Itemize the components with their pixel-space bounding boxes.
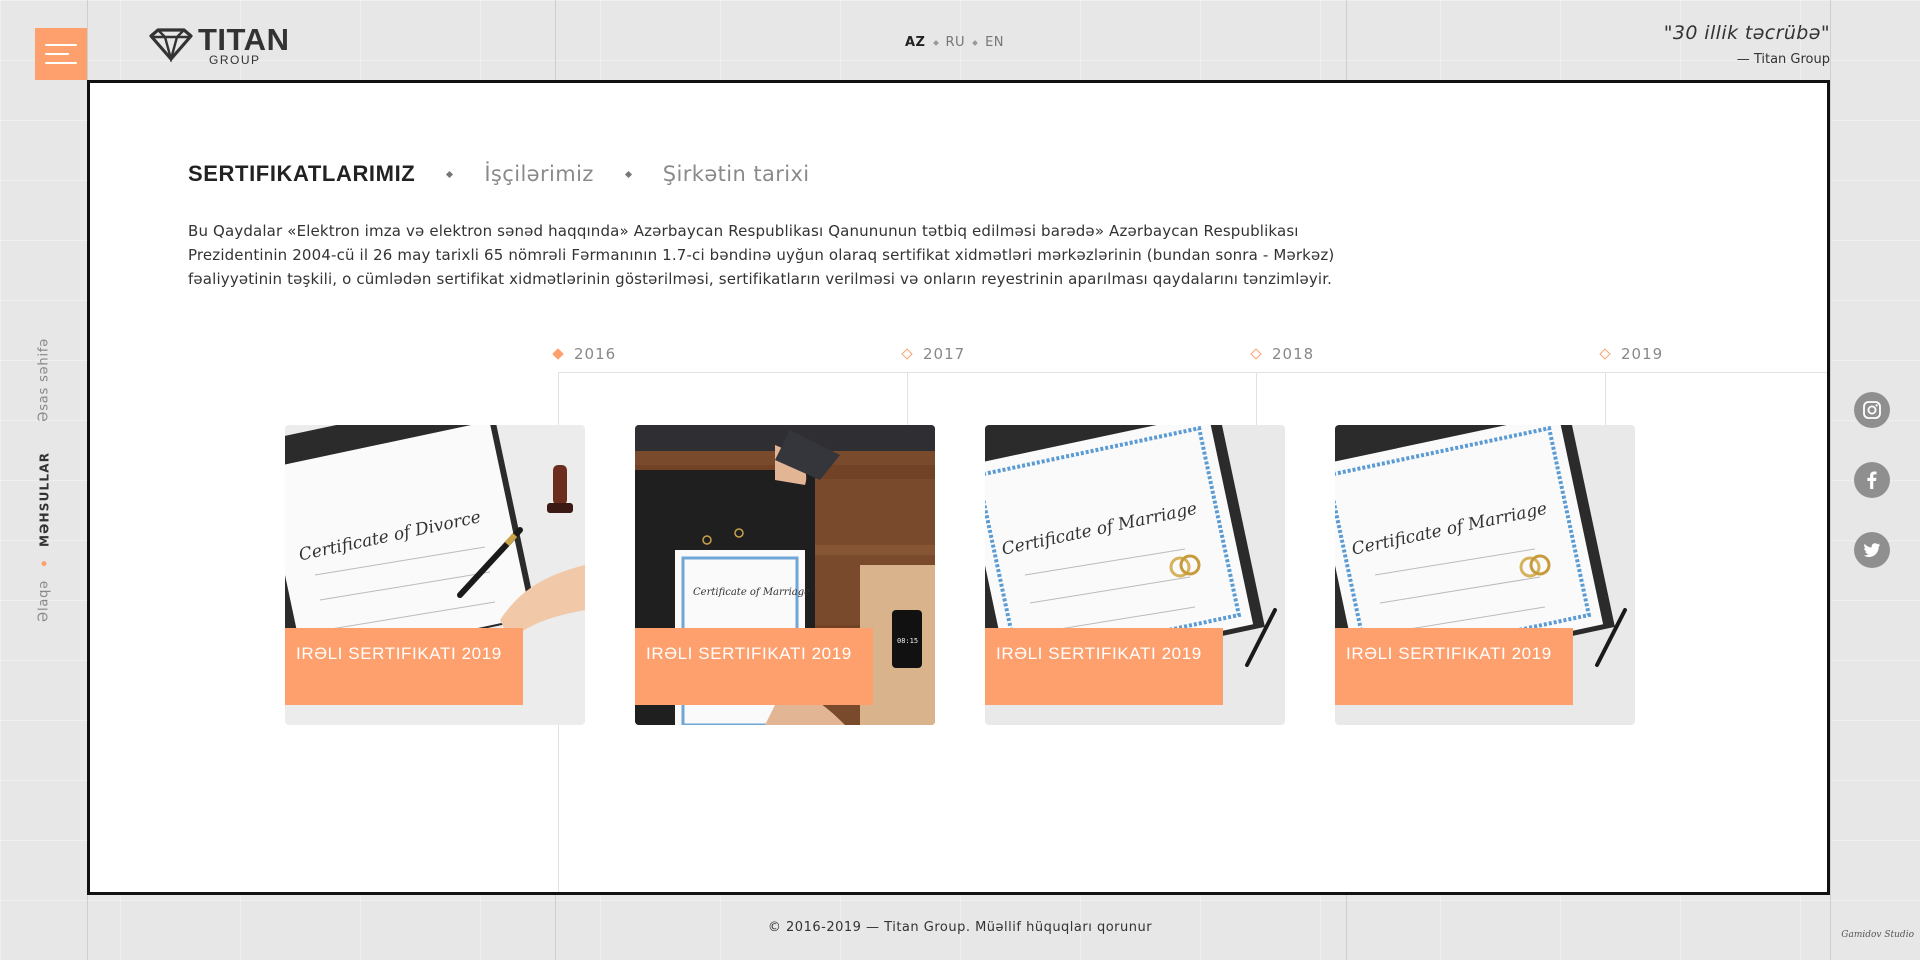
header-quote: "30 illik təcrübə" — Titan Group (1664, 22, 1830, 67)
timeline-year[interactable]: 2017 (901, 345, 966, 363)
diamond-marker-icon (901, 348, 913, 360)
twitter-icon[interactable] (1854, 532, 1890, 568)
quote-text: "30 illik təcrübə" (1663, 22, 1830, 44)
year-label: 2017 (923, 345, 966, 363)
year-label: 2016 (574, 345, 617, 363)
side-nav-item-products[interactable]: MƏHSULLAR (37, 452, 51, 547)
timeline-tick (907, 372, 908, 425)
certificate-card[interactable]: Certificate of Marriage IRƏLI SERTIFIKAT… (1335, 425, 1635, 725)
lang-ru[interactable]: RU (946, 35, 966, 50)
language-switcher: AZ RU EN (905, 35, 1004, 50)
timeline-year[interactable]: 2016 (552, 345, 617, 363)
social-links (1854, 392, 1890, 568)
svg-text:08:15: 08:15 (897, 637, 918, 645)
guide-line (1830, 0, 1831, 960)
separator-dot (972, 39, 978, 46)
quote-author: — Titan Group (1736, 52, 1830, 67)
tab-employees[interactable]: İşçilərimiz (484, 162, 593, 186)
logo-subtitle: GROUP (209, 53, 261, 67)
separator-dot (446, 170, 454, 178)
timeline-axis (558, 372, 1827, 373)
separator-dot (932, 39, 939, 46)
side-nav: Əlaqə MƏHSULLAR Əsas səhifə (37, 338, 52, 622)
card-title: IRƏLI SERTIFIKATI 2019 (1335, 628, 1573, 705)
footer-copyright: © 2016-2019 — Titan Group. Müəllif hüquq… (767, 920, 1153, 935)
timeline-year[interactable]: 2019 (1599, 345, 1664, 363)
timeline-tick (1256, 372, 1257, 425)
section-description: Bu Qaydalar «Elektron imza və elektron s… (188, 222, 1335, 288)
diamond-marker-icon (1599, 348, 1611, 360)
tab-company-history[interactable]: Şirkətin tarixi (663, 162, 810, 186)
year-label: 2019 (1621, 345, 1664, 363)
card-title: IRƏLI SERTIFIKATI 2019 (285, 628, 523, 705)
studio-signature[interactable]: Gamidov Studio (1841, 930, 1914, 940)
timeline-year[interactable]: 2018 (1250, 345, 1315, 363)
separator-dot (624, 170, 632, 178)
diamond-marker-icon (1250, 348, 1262, 360)
content-panel: SERTIFIKATLARIMIZ İşçilərimiz Şirkətin t… (87, 80, 1830, 895)
logo-wordmark: TITAN (198, 22, 290, 57)
instagram-icon[interactable] (1854, 392, 1890, 428)
timeline-tick (1605, 372, 1606, 425)
diamond-logo-icon (149, 28, 193, 62)
lang-en[interactable]: EN (985, 35, 1004, 50)
certificate-card[interactable]: Certificate of Marriage 08:15 IRƏLI SERT… (635, 425, 935, 725)
lang-az[interactable]: AZ (905, 35, 926, 50)
certificate-card[interactable]: Certificate of Marriage IRƏLI SERTIFIKAT… (985, 425, 1285, 725)
certificate-card[interactable]: Certificate of Divorce IRƏLI SERTIFIKATI… (285, 425, 585, 725)
active-dot (41, 561, 47, 566)
card-title: IRƏLI SERTIFIKATI 2019 (985, 628, 1223, 705)
section-tabs: SERTIFIKATLARIMIZ İşçilərimiz Şirkətin t… (188, 161, 810, 187)
side-nav-item-home[interactable]: Əsas səhifə (37, 338, 52, 422)
diamond-marker-icon (552, 348, 564, 360)
svg-text:Certificate of Marriage: Certificate of Marriage (693, 587, 810, 598)
hamburger-menu-button[interactable] (35, 28, 87, 80)
facebook-icon[interactable] (1854, 462, 1890, 498)
tab-certificates[interactable]: SERTIFIKATLARIMIZ (188, 161, 415, 187)
side-nav-item-contact[interactable]: Əlaqə (37, 580, 52, 622)
year-label: 2018 (1272, 345, 1315, 363)
card-title: IRƏLI SERTIFIKATI 2019 (635, 628, 873, 705)
logo[interactable]: TITAN GROUP (148, 24, 289, 66)
